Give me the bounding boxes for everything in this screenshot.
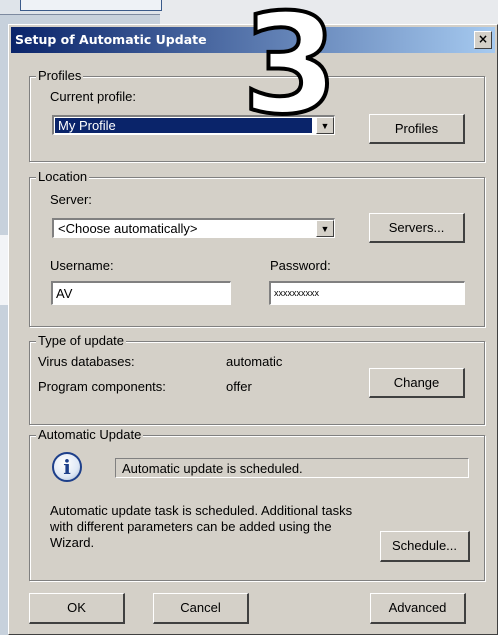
server-select[interactable]: <Choose automatically> ▼ — [52, 218, 335, 238]
automatic-update-legend: Automatic Update — [36, 427, 144, 442]
advanced-button[interactable]: Advanced — [370, 593, 466, 624]
dialog-title: Setup of Automatic Update — [15, 32, 207, 47]
close-icon: × — [477, 32, 489, 46]
virus-databases-value: automatic — [226, 354, 283, 369]
username-field[interactable]: AV — [51, 281, 231, 305]
cancel-button[interactable]: Cancel — [153, 593, 249, 624]
profiles-legend: Profiles — [36, 68, 84, 83]
step-number-overlay: 3 — [240, 0, 340, 145]
current-profile-label: Current profile: — [50, 89, 136, 104]
dropdown-arrow-icon[interactable]: ▼ — [316, 220, 334, 237]
update-description: Automatic update task is scheduled. Addi… — [50, 503, 353, 550]
servers-button[interactable]: Servers... — [369, 213, 465, 243]
server-label: Server: — [50, 192, 92, 207]
password-field[interactable]: xxxxxxxxxx — [269, 281, 465, 305]
location-legend: Location — [36, 169, 90, 184]
profiles-button[interactable]: Profiles — [369, 114, 465, 144]
location-group: Location Server: <Choose automatically> … — [29, 169, 485, 327]
background-toolbar — [0, 0, 162, 15]
type-of-update-legend: Type of update — [36, 333, 127, 348]
username-label: Username: — [50, 258, 114, 273]
schedule-button[interactable]: Schedule... — [380, 531, 470, 562]
server-value: <Choose automatically> — [58, 221, 198, 236]
program-components-label: Program components: — [38, 379, 166, 394]
virus-databases-label: Virus databases: — [38, 354, 135, 369]
update-status-field: Automatic update is scheduled. — [115, 458, 469, 478]
type-of-update-group: Type of update Virus databases: automati… — [29, 333, 485, 425]
password-label: Password: — [270, 258, 331, 273]
ok-button[interactable]: OK — [29, 593, 125, 624]
info-icon: i — [52, 452, 82, 482]
program-components-value: offer — [226, 379, 252, 394]
close-button[interactable]: × — [474, 31, 492, 49]
current-profile-value: My Profile — [58, 118, 116, 133]
automatic-update-group: Automatic Update i Automatic update is s… — [29, 427, 485, 581]
change-button[interactable]: Change — [369, 368, 465, 398]
